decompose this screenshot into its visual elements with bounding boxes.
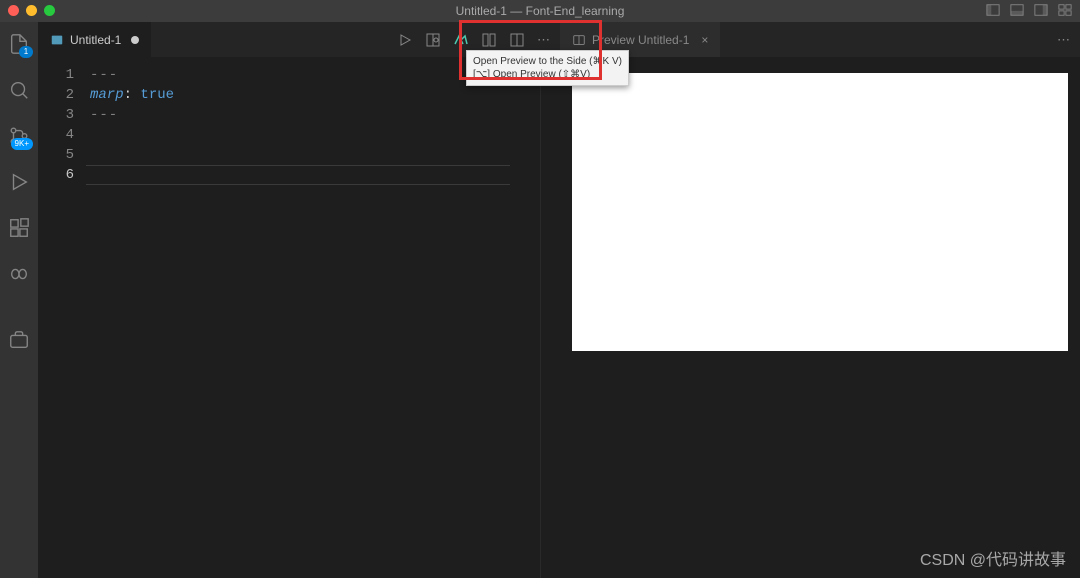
minimize-window-button[interactable] xyxy=(26,5,37,16)
customize-layout-icon[interactable] xyxy=(1058,3,1072,20)
activity-bar: 1 9K+ xyxy=(0,22,38,578)
source-control-badge: 9K+ xyxy=(11,138,33,150)
explorer-badge: 1 xyxy=(19,46,33,58)
open-preview-side-icon[interactable] xyxy=(425,32,441,48)
marp-icon[interactable] xyxy=(453,32,469,48)
extensions-icon[interactable] xyxy=(7,216,31,240)
tab-label: Preview Untitled-1 xyxy=(592,33,689,47)
more-actions-icon[interactable]: ⋯ xyxy=(1057,32,1070,48)
preview-pane xyxy=(560,57,1080,578)
toggle-panel-right-icon[interactable] xyxy=(1034,3,1048,20)
window-controls xyxy=(8,5,55,16)
run-icon[interactable] xyxy=(397,32,413,48)
titlebar: Untitled-1 — Font-End_learning xyxy=(0,0,1080,22)
search-icon[interactable] xyxy=(7,78,31,102)
close-window-button[interactable] xyxy=(8,5,19,16)
code-editor[interactable]: 1 2 3 4 5 6 --- marp: true --- xyxy=(38,57,560,578)
open-preview-icon[interactable] xyxy=(509,32,525,48)
tab-bar-right: Preview Untitled-1 × ⋯ xyxy=(560,22,1080,57)
tab-label: Untitled-1 xyxy=(70,33,121,47)
minimap[interactable] xyxy=(540,57,560,578)
toggle-panel-left-icon[interactable] xyxy=(986,3,1000,20)
marp-slide-preview xyxy=(572,73,1068,351)
dirty-indicator-icon xyxy=(131,36,139,44)
tab-untitled[interactable]: Untitled-1 xyxy=(38,22,152,57)
watermark: CSDN @代码讲故事 xyxy=(920,546,1066,570)
layout-controls xyxy=(986,3,1072,20)
line-gutter: 1 2 3 4 5 6 xyxy=(38,57,90,578)
toggle-panel-bottom-icon[interactable] xyxy=(1010,3,1024,20)
run-debug-icon[interactable] xyxy=(7,170,31,194)
close-tab-icon[interactable]: × xyxy=(701,33,708,47)
copilot-icon[interactable] xyxy=(7,262,31,286)
editor-group-right: Preview Untitled-1 × ⋯ xyxy=(560,22,1080,578)
explorer-icon[interactable]: 1 xyxy=(7,32,31,56)
editor-group-left: Untitled-1 ⋯ 1 2 3 4 5 xyxy=(38,22,560,578)
preview-tooltip: Open Preview to the Side (⌘K V) [⌥] Open… xyxy=(466,50,629,86)
maximize-window-button[interactable] xyxy=(44,5,55,16)
more-actions-icon[interactable]: ⋯ xyxy=(537,32,550,48)
source-control-icon[interactable]: 9K+ xyxy=(7,124,31,148)
split-editor-icon[interactable] xyxy=(481,32,497,48)
briefcase-icon[interactable] xyxy=(7,328,31,352)
window-title: Untitled-1 — Font-End_learning xyxy=(456,4,625,18)
